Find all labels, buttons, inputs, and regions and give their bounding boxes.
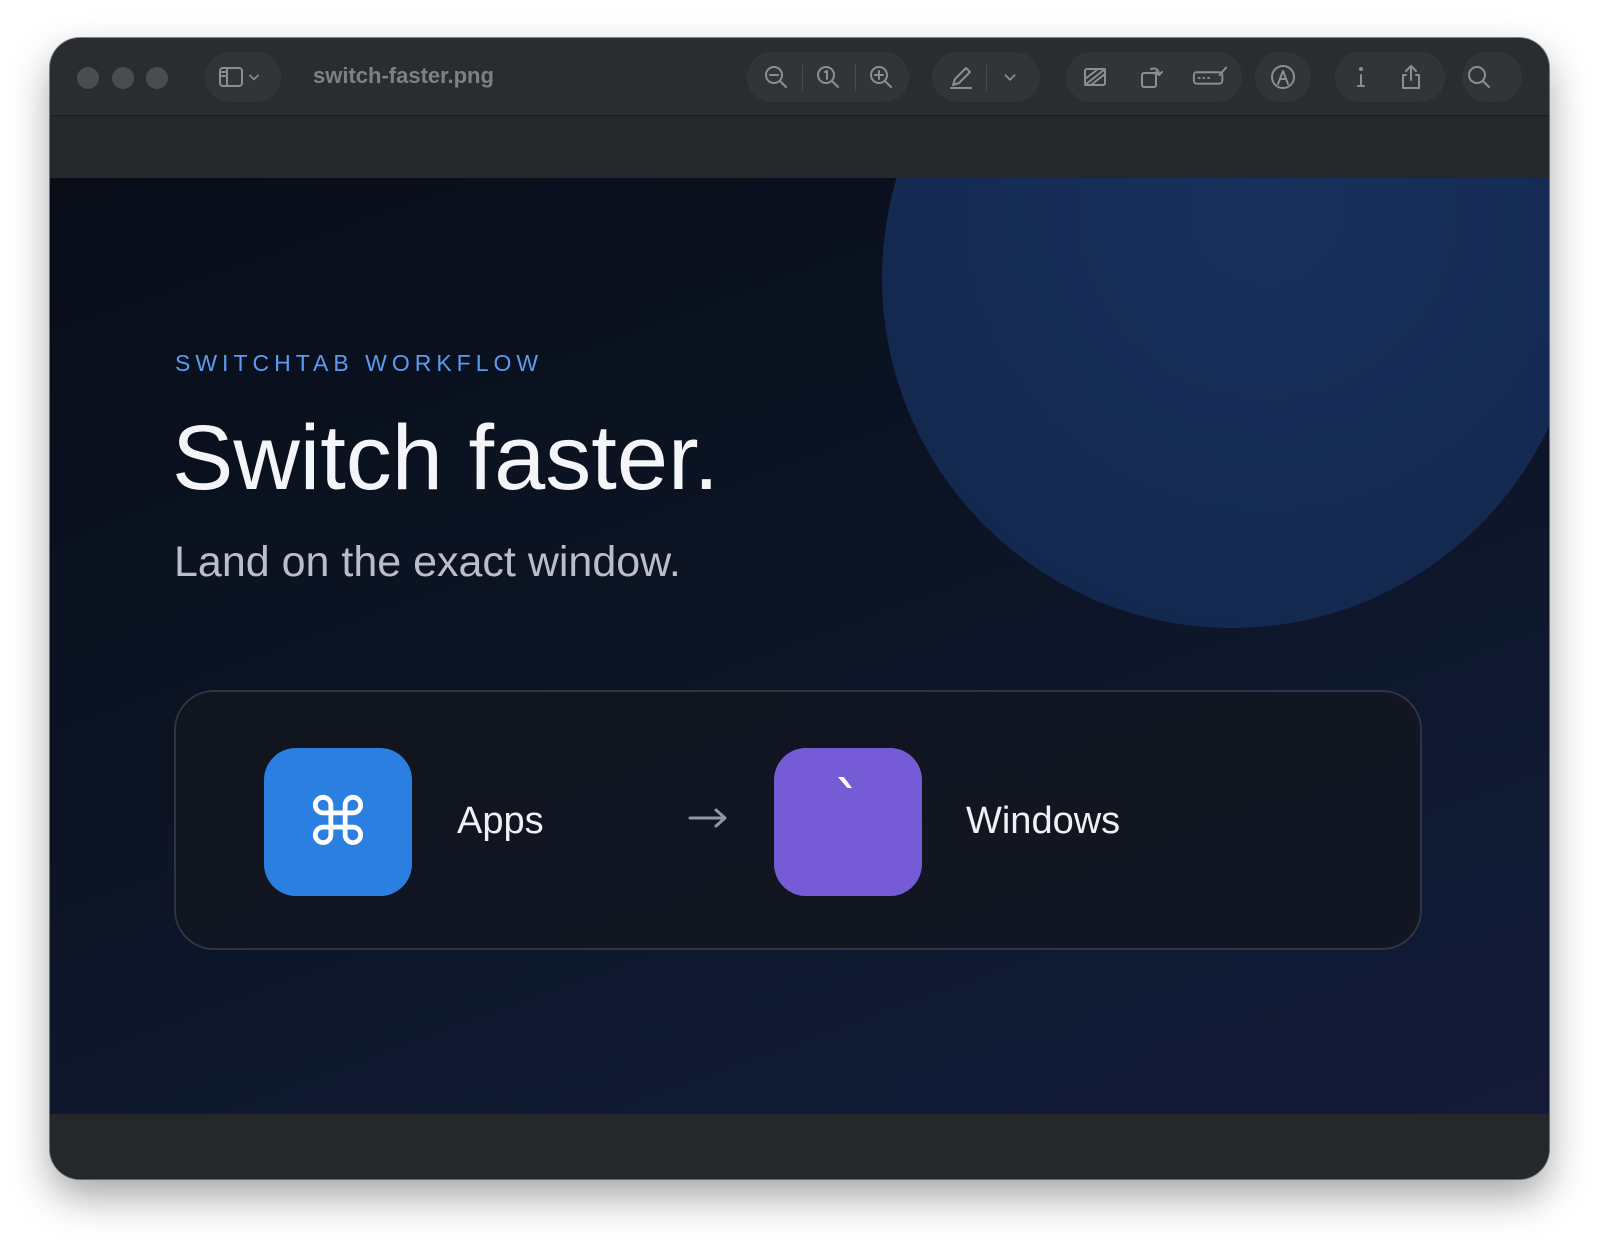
windows-label: Windows xyxy=(966,800,1121,842)
preview-window: switch-faster.png SWITCHTAB WORKFLOW Swi… xyxy=(50,38,1549,1179)
search-icon[interactable] xyxy=(1463,61,1495,93)
bottom-bar xyxy=(50,1114,1549,1179)
headline: Switch faster. xyxy=(172,407,720,509)
minimize-window-button[interactable] xyxy=(112,67,134,89)
backtick-key-icon: ` xyxy=(774,748,922,896)
crop-icon[interactable] xyxy=(1079,61,1111,93)
shortcut-card: ⌘ Apps ` Windows xyxy=(174,690,1422,950)
command-key-icon: ⌘ xyxy=(264,748,412,896)
apps-label: Apps xyxy=(457,800,544,842)
image-canvas: SWITCHTAB WORKFLOW Switch faster. Land o… xyxy=(50,178,1549,1114)
toolbar-separator xyxy=(986,65,987,91)
fullscreen-window-button[interactable] xyxy=(146,67,168,89)
zoom-out-icon[interactable] xyxy=(760,61,792,93)
markup-pen-icon[interactable] xyxy=(945,61,977,93)
sidebar-icon[interactable] xyxy=(215,61,247,93)
chevron-down-icon[interactable] xyxy=(244,61,264,93)
annotate-icon[interactable] xyxy=(1267,61,1299,93)
zoom-in-icon[interactable] xyxy=(865,61,897,93)
adjust-size-icon[interactable] xyxy=(1190,61,1230,93)
close-window-button[interactable] xyxy=(77,67,99,89)
arrow-right-icon xyxy=(688,806,730,830)
toolbar-separator xyxy=(855,65,856,91)
decorative-circle xyxy=(882,178,1549,628)
kicker-label: SWITCHTAB WORKFLOW xyxy=(175,350,544,376)
info-icon[interactable] xyxy=(1345,61,1377,93)
toolbar-strip xyxy=(50,116,1549,178)
actual-size-icon[interactable] xyxy=(812,61,844,93)
toolbar-separator xyxy=(802,65,803,91)
title-bar: switch-faster.png xyxy=(50,38,1549,116)
chevron-down-icon[interactable] xyxy=(998,61,1022,93)
share-icon[interactable] xyxy=(1395,61,1427,93)
rotate-icon[interactable] xyxy=(1135,61,1167,93)
subheadline: Land on the exact window. xyxy=(174,538,681,586)
window-title: switch-faster.png xyxy=(313,63,494,88)
